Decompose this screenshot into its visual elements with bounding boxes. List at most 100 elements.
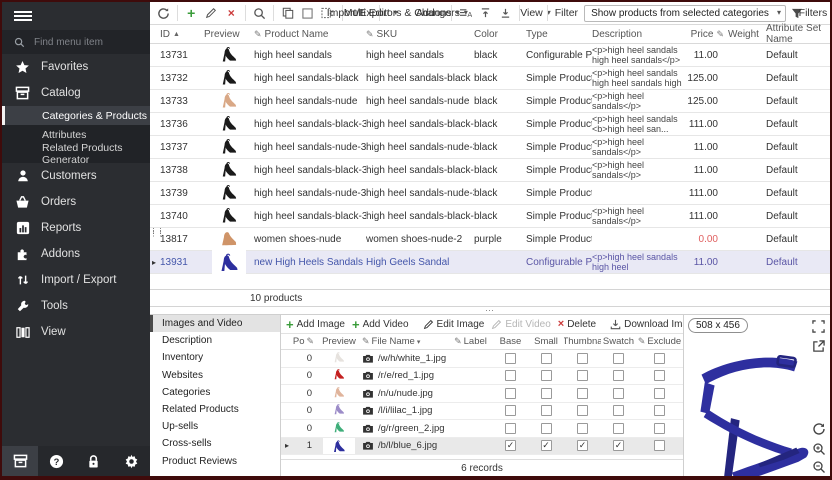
- refresh-button[interactable]: [154, 4, 172, 22]
- edit-image-button[interactable]: Edit Image: [421, 316, 487, 332]
- product-row-13736[interactable]: 13736high heel sandals-black-36high heel…: [150, 113, 830, 136]
- images-column-header-po[interactable]: Po✎: [291, 336, 316, 347]
- base-checkbox[interactable]: [505, 405, 516, 416]
- images-column-header-swatch[interactable]: Swatch: [601, 336, 636, 347]
- tab-description[interactable]: Description: [150, 332, 280, 349]
- exclude-checkbox[interactable]: [654, 405, 665, 416]
- swatch-checkbox[interactable]: [613, 405, 624, 416]
- zoom-in-icon[interactable]: [811, 441, 826, 456]
- catalog-icon[interactable]: [2, 446, 38, 476]
- images-column-header-base[interactable]: Base: [493, 336, 528, 347]
- base-checkbox[interactable]: ✓: [505, 440, 516, 451]
- product-row-13733[interactable]: 13733high heel sandals-nudehigh heel san…: [150, 90, 830, 113]
- zoom-out-icon[interactable]: [811, 459, 826, 474]
- exclude-checkbox[interactable]: [654, 423, 665, 434]
- sidebar-item-orders[interactable]: Orders: [2, 189, 150, 215]
- tab-categories[interactable]: Categories: [150, 384, 280, 401]
- image-row-white_1.jpg[interactable]: 0/w/h/white_1.jpg: [281, 350, 683, 368]
- swatch-checkbox[interactable]: [613, 353, 624, 364]
- product-row-13737[interactable]: 13737high heel sandals-nude-36high heel …: [150, 136, 830, 159]
- exclude-checkbox[interactable]: [654, 440, 665, 451]
- small-checkbox[interactable]: [541, 423, 552, 434]
- column-header-product-name[interactable]: ✎Product Name: [254, 29, 366, 40]
- base-checkbox[interactable]: [505, 353, 516, 364]
- thumbnail-checkbox[interactable]: [577, 353, 588, 364]
- image-row-blue_6.jpg[interactable]: ▸1/b/l/blue_6.jpg✓✓✓✓: [281, 438, 683, 456]
- product-row-13738[interactable]: 13738high heel sandals-black-37high heel…: [150, 159, 830, 182]
- select-checkbox-button[interactable]: [299, 4, 317, 22]
- images-column-header-preview[interactable]: Preview: [316, 336, 362, 347]
- column-header-price[interactable]: Price✎: [684, 29, 728, 40]
- sidebar-item-favorites[interactable]: Favorites: [2, 54, 150, 80]
- sidebar-item-addons[interactable]: Addons: [2, 241, 150, 267]
- small-checkbox[interactable]: ✓: [541, 440, 552, 451]
- filters-menu[interactable]: Filters▾: [808, 4, 826, 22]
- scroll-top-button[interactable]: [476, 4, 494, 22]
- column-header-description[interactable]: Description: [592, 29, 684, 40]
- delete-button[interactable]: ×Delete: [556, 316, 598, 332]
- tab-product-reviews[interactable]: Product Reviews: [150, 453, 280, 470]
- tab-images-and-video[interactable]: Images and Video: [150, 315, 280, 332]
- product-row-13931[interactable]: ▸13931new High Heels SandalsHigh Geels S…: [150, 251, 830, 274]
- view-menu[interactable]: View▾: [524, 4, 542, 22]
- copy-button[interactable]: [279, 4, 297, 22]
- search-products-button[interactable]: [250, 4, 268, 22]
- tab-related-products[interactable]: Related Products: [150, 401, 280, 418]
- tab-websites[interactable]: Websites: [150, 367, 280, 384]
- addons-menu[interactable]: Addons▾: [426, 4, 446, 22]
- tab-up-sells[interactable]: Up-sells: [150, 418, 280, 435]
- images-column-header-label[interactable]: ✎Label: [448, 336, 493, 347]
- column-header-preview[interactable]: Preview: [204, 29, 254, 40]
- sidebar-subitem-related-products-generator[interactable]: Related Products Generator: [2, 144, 150, 163]
- product-row-13740[interactable]: 13740high heel sandals-black-38high heel…: [150, 205, 830, 228]
- image-row-green_2.jpg[interactable]: 0/g/r/green_2.jpg: [281, 420, 683, 438]
- sidebar-item-reports[interactable]: Reports: [2, 215, 150, 241]
- swatch-checkbox[interactable]: ✓: [613, 440, 624, 451]
- add-image-button[interactable]: +Add Image: [284, 316, 347, 332]
- swatch-checkbox[interactable]: [613, 388, 624, 399]
- column-header-color[interactable]: Color: [474, 29, 526, 40]
- product-row-13731[interactable]: 13731high heel sandalshigh heel sandalsb…: [150, 44, 830, 67]
- delete-product-button[interactable]: ×: [222, 4, 240, 22]
- images-column-header-exclude[interactable]: ✎Exclude: [636, 336, 683, 347]
- small-checkbox[interactable]: [541, 353, 552, 364]
- lock-icon[interactable]: [76, 446, 112, 476]
- autosize-columns-button[interactable]: A: [456, 4, 474, 22]
- swatch-checkbox[interactable]: [613, 370, 624, 381]
- column-header-sku[interactable]: ✎SKU: [366, 29, 474, 40]
- sidebar-item-catalog[interactable]: Catalog: [2, 80, 150, 106]
- open-external-icon[interactable]: [811, 339, 826, 354]
- edit-product-button[interactable]: [202, 4, 220, 22]
- image-row-red_1.jpg[interactable]: 0/r/e/red_1.jpg: [281, 368, 683, 386]
- exclude-checkbox[interactable]: [654, 388, 665, 399]
- tab-cross-sells[interactable]: Cross-sells: [150, 435, 280, 452]
- sidebar-item-tools[interactable]: Tools: [2, 293, 150, 319]
- scroll-bottom-button[interactable]: [496, 4, 514, 22]
- sidebar-item-customers[interactable]: Customers: [2, 163, 150, 189]
- image-row-nude.jpg[interactable]: 0/n/u/nude.jpg: [281, 385, 683, 403]
- settings-icon[interactable]: [113, 446, 149, 476]
- sidebar-search-input[interactable]: [34, 37, 134, 48]
- base-checkbox[interactable]: [505, 423, 516, 434]
- swatch-checkbox[interactable]: [613, 423, 624, 434]
- thumbnail-checkbox[interactable]: [577, 370, 588, 381]
- column-header-attribute-set-name[interactable]: Attribute Set Name: [766, 23, 830, 45]
- exclude-checkbox[interactable]: [654, 353, 665, 364]
- thumbnail-checkbox[interactable]: [577, 405, 588, 416]
- sidebar-subitem-categories-products[interactable]: Categories & Products: [2, 106, 150, 125]
- base-checkbox[interactable]: [505, 388, 516, 399]
- column-header-id[interactable]: ID▲: [160, 29, 204, 40]
- help-icon[interactable]: ?: [39, 446, 75, 476]
- tab-inventory[interactable]: Inventory: [150, 349, 280, 366]
- menu-toggle-icon[interactable]: [2, 2, 150, 30]
- rotate-icon[interactable]: [811, 421, 826, 436]
- thumbnail-checkbox[interactable]: ✓: [577, 440, 588, 451]
- sidebar-item-view[interactable]: View: [2, 319, 150, 345]
- images-column-header-small[interactable]: Small: [528, 336, 564, 347]
- small-checkbox[interactable]: [541, 370, 552, 381]
- column-header-weight[interactable]: Weight: [728, 29, 766, 40]
- images-column-header-file-name[interactable]: ✎File Name▾: [362, 336, 448, 347]
- filter-select[interactable]: Show products from selected categories▾: [584, 5, 786, 22]
- add-video-button[interactable]: +Add Video: [350, 316, 411, 332]
- small-checkbox[interactable]: [541, 405, 552, 416]
